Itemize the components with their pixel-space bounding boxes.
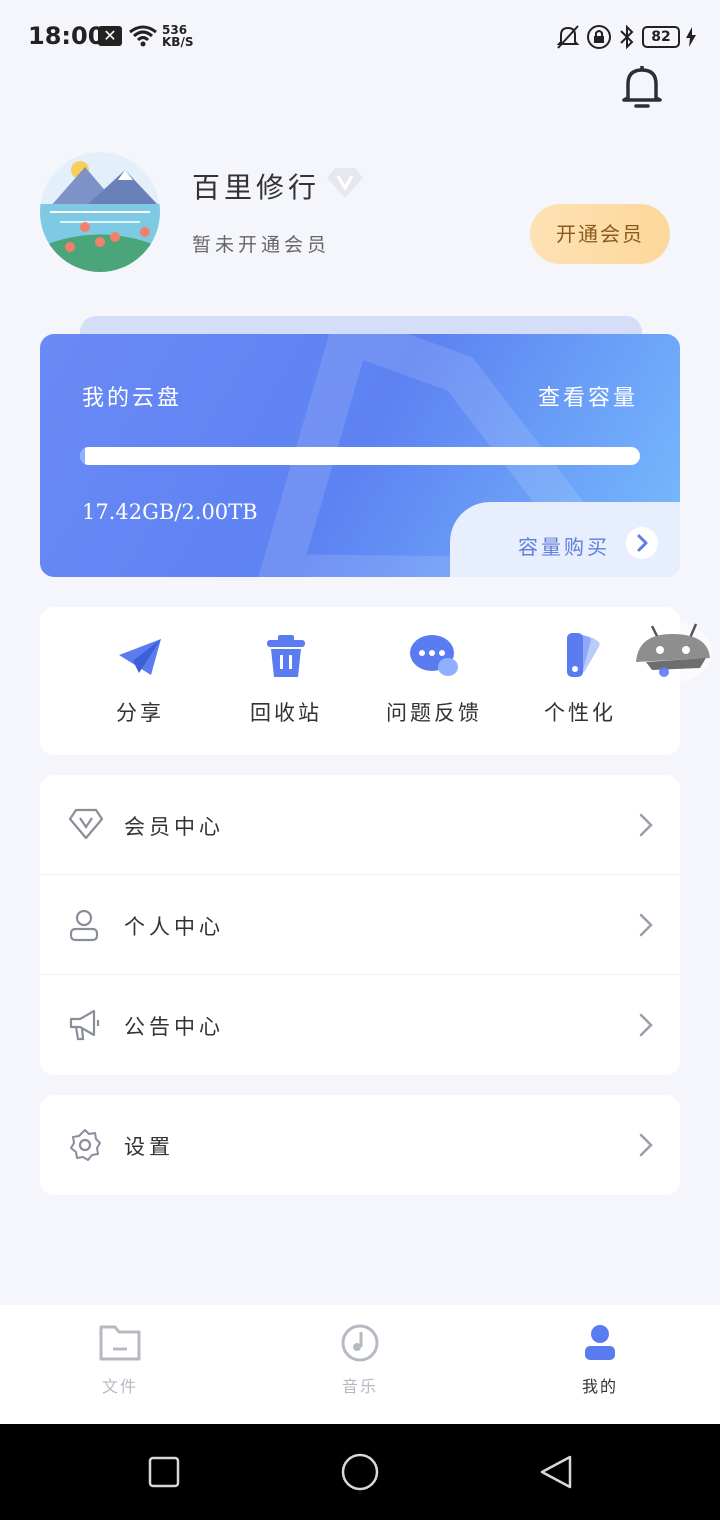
storage-card[interactable]: 我的云盘 查看容量 17.42GB/2.00TB 容量购买: [40, 334, 680, 577]
notification-x-icon: ✕: [98, 26, 122, 46]
quick-action-personalize[interactable]: 个性化: [520, 631, 640, 727]
menu-item-label: 公告中心: [124, 1015, 224, 1039]
nav-tab-files[interactable]: 文件: [60, 1323, 180, 1397]
network-speed: 536 KB/S: [162, 24, 193, 48]
quick-action-label: 分享: [116, 701, 164, 725]
home-icon[interactable]: [340, 1452, 380, 1492]
recent-apps-icon[interactable]: [148, 1456, 180, 1488]
menu-item-label: 设置: [124, 1135, 174, 1159]
music-disc-icon: [341, 1324, 379, 1362]
quick-actions-panel: 分享 回收站 问题反馈 个性化: [40, 607, 680, 755]
trash-icon: [267, 635, 305, 677]
menu-item-announcement-center[interactable]: 公告中心: [40, 975, 680, 1075]
view-capacity-link[interactable]: 查看容量: [538, 380, 638, 412]
cloud-drive-title: 我的云盘: [82, 386, 183, 411]
vip-gem-icon: [327, 168, 363, 198]
lock-rotation-icon: [587, 25, 611, 49]
megaphone-icon: [69, 1009, 100, 1041]
storage-progress-fill: [80, 447, 85, 465]
menu-item-personal-center[interactable]: 个人中心: [40, 875, 680, 975]
quick-action-label: 个性化: [544, 701, 616, 725]
notification-bell-icon[interactable]: [620, 64, 664, 110]
network-speed-unit: KB/S: [162, 35, 194, 49]
gear-icon: [70, 1129, 101, 1161]
system-nav-bar: [0, 1424, 720, 1520]
swatch-icon: [567, 633, 600, 677]
quick-action-recycle-bin[interactable]: 回收站: [226, 631, 346, 727]
member-status: 暂未开通会员: [192, 234, 331, 256]
menu-panel: 会员中心 个人中心 公告中心: [40, 775, 680, 1075]
quick-action-label: 问题反馈: [386, 701, 482, 725]
bluetooth-icon: [620, 24, 634, 50]
menu-item-settings[interactable]: 设置: [40, 1095, 680, 1195]
chevron-right-icon: [639, 1013, 653, 1037]
vip-diamond-icon: [68, 808, 104, 840]
battery-level: 82: [642, 26, 680, 48]
buy-capacity-arrow-icon[interactable]: [626, 527, 658, 559]
person-icon: [585, 1325, 615, 1360]
chevron-right-icon: [639, 813, 653, 837]
nav-tab-mine[interactable]: 我的: [540, 1323, 660, 1397]
bottom-nav: 文件 音乐 我的: [0, 1305, 720, 1424]
person-icon: [69, 909, 99, 942]
chevron-right-icon: [639, 913, 653, 937]
username: 百里修行: [192, 171, 321, 204]
menu-item-label: 个人中心: [124, 915, 224, 939]
status-bar: 18:00 ✕ 536 KB/S 82: [0, 0, 720, 72]
chevron-right-icon: [639, 1133, 653, 1157]
storage-usage: 17.42GB/2.00TB: [82, 500, 258, 524]
nav-tab-label: 文件: [101, 1377, 138, 1396]
storage-progress-bar: [80, 447, 640, 465]
settings-panel: 设置: [40, 1095, 680, 1195]
menu-item-vip-center[interactable]: 会员中心: [40, 775, 680, 875]
nav-tab-label: 音乐: [341, 1377, 378, 1396]
status-time: 18:00: [28, 22, 105, 50]
quick-action-label: 回收站: [250, 701, 322, 725]
paper-plane-icon: [119, 639, 161, 675]
buy-capacity-label[interactable]: 容量购买: [518, 531, 610, 560]
charging-icon: [686, 27, 696, 47]
open-vip-button[interactable]: 开通会员: [530, 204, 670, 264]
menu-item-label: 会员中心: [124, 815, 224, 839]
chat-bubble-icon: [410, 635, 458, 676]
wifi-icon: [129, 25, 157, 47]
folder-icon: [99, 1325, 141, 1361]
quick-action-feedback[interactable]: 问题反馈: [374, 631, 494, 727]
bell-muted-icon: [556, 25, 580, 49]
nav-tab-music[interactable]: 音乐: [300, 1323, 420, 1397]
avatar[interactable]: [40, 152, 160, 272]
nav-tab-label: 我的: [581, 1377, 618, 1396]
floating-assistant-robot-icon[interactable]: [630, 614, 716, 684]
back-icon[interactable]: [538, 1454, 574, 1490]
quick-action-share[interactable]: 分享: [80, 631, 200, 727]
